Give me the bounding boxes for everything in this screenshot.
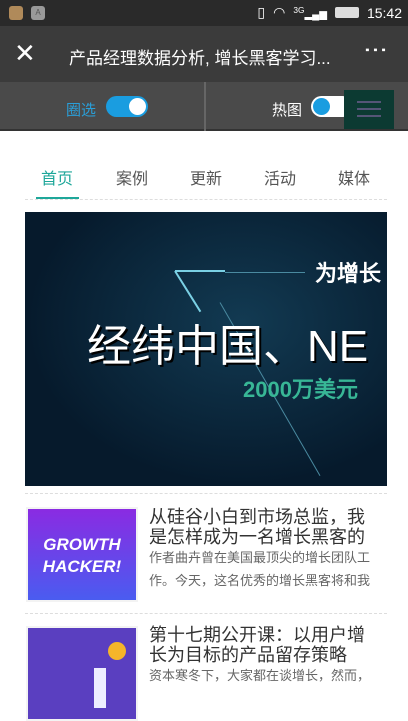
clock: 15:42 — [366, 4, 402, 21]
battery-icon — [334, 7, 359, 18]
tab-media[interactable]: 媒体 — [338, 165, 370, 189]
status-bar: A ▯ ◠ 3G▂▄▆ 15:42 — [0, 0, 408, 26]
keyboard-notification-icon: A — [31, 6, 45, 20]
toolbar: ✕ 产品经理数据分析, 增长黑客学习... ⋮ — [0, 26, 408, 82]
active-tab-indicator — [36, 197, 79, 199]
tab-home[interactable]: 首页 — [41, 165, 73, 189]
article-title[interactable]: 第十七期公开课：以用户增长为目标的产品留存策略 — [149, 625, 379, 665]
tab-bar: 首页 案例 更新 活动 媒体 — [25, 140, 387, 200]
circle-select-toggle[interactable] — [106, 96, 148, 117]
banner-amount: 2000万美元 — [243, 377, 358, 402]
circle-select-label: 圈选 — [66, 102, 97, 119]
article-item[interactable]: GROWTH HACKER! 从硅谷小白到市场总监，我是怎样成为一名增长黑客的 … — [25, 493, 387, 613]
heatmap-label: 热图 — [272, 102, 303, 119]
tab-cases[interactable]: 案例 — [116, 165, 148, 189]
app-notification-icon — [9, 6, 23, 20]
wifi-icon: ◠ — [273, 4, 286, 20]
divider — [204, 82, 206, 131]
article-thumbnail — [26, 626, 138, 721]
banner-subtitle: 为增长 — [315, 261, 382, 286]
article-description: 资本寒冬下，大家都在谈增长，然而， — [149, 668, 371, 683]
signal-icon: 3G▂▄▆ — [293, 4, 327, 21]
close-button[interactable]: ✕ — [14, 38, 36, 68]
banner-image[interactable]: 为增长 经纬中国、NE 2000万美元 — [25, 212, 387, 486]
tab-events[interactable]: 活动 — [264, 165, 296, 189]
more-options-button[interactable]: ⋮ — [360, 38, 390, 62]
article-thumbnail: GROWTH HACKER! — [26, 507, 138, 602]
page-title: 产品经理数据分析, 增长黑客学习... — [69, 49, 331, 68]
article-title[interactable]: 从硅谷小白到市场总监，我是怎样成为一名增长黑客的 — [149, 507, 379, 547]
tab-updates[interactable]: 更新 — [190, 165, 222, 189]
bar-icon — [94, 668, 106, 708]
article-description: 作者曲卉曾在美国最顶尖的增长团队工作。今天，这名优秀的增长黑客将和我 — [149, 550, 371, 588]
vibrate-icon: ▯ — [257, 4, 266, 20]
hamburger-menu-button[interactable] — [344, 90, 394, 129]
smiley-icon — [108, 642, 126, 660]
banner-headline: 经纬中国、NE — [87, 322, 369, 371]
article-item[interactable]: 第十七期公开课：以用户增长为目标的产品留存策略 资本寒冬下，大家都在谈增长，然而… — [25, 613, 387, 721]
